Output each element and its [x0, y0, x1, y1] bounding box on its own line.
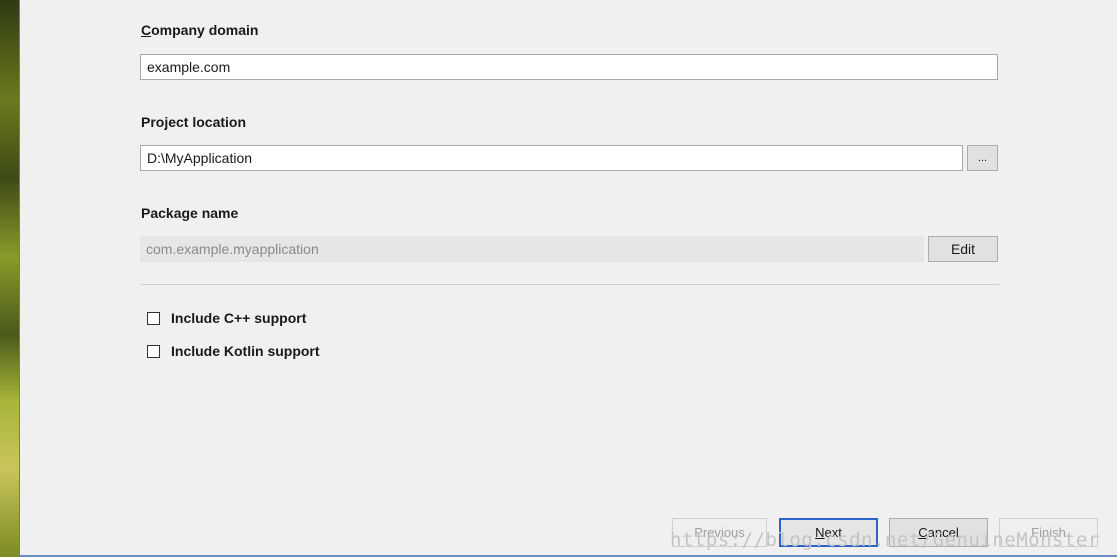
- new-project-dialog: Company domain example.com Project locat…: [20, 0, 1117, 557]
- browse-button[interactable]: ...: [967, 145, 998, 171]
- include-cpp-checkbox-row[interactable]: Include C++ support: [147, 310, 306, 326]
- company-domain-label: Company domain: [141, 22, 259, 38]
- company-domain-input[interactable]: example.com: [140, 54, 998, 80]
- finish-button[interactable]: Finish: [999, 518, 1098, 547]
- include-kotlin-label: Include Kotlin support: [171, 343, 320, 359]
- separator: [141, 284, 999, 285]
- include-kotlin-checkbox[interactable]: [147, 344, 160, 358]
- include-cpp-label: Include C++ support: [171, 310, 307, 326]
- cancel-button[interactable]: Cancel: [889, 518, 988, 547]
- desktop-background: [0, 0, 19, 557]
- edit-button[interactable]: Edit: [928, 236, 998, 262]
- next-button[interactable]: Next: [779, 518, 878, 547]
- include-cpp-checkbox[interactable]: [147, 311, 160, 325]
- include-kotlin-checkbox-row[interactable]: Include Kotlin support: [147, 343, 320, 359]
- package-name-value: com.example.myapplication: [140, 236, 924, 262]
- previous-button[interactable]: Previous: [672, 518, 767, 547]
- project-location-input[interactable]: D:\MyApplication: [140, 145, 963, 171]
- project-location-label: Project location: [141, 114, 247, 130]
- package-name-label: Package name: [141, 205, 239, 221]
